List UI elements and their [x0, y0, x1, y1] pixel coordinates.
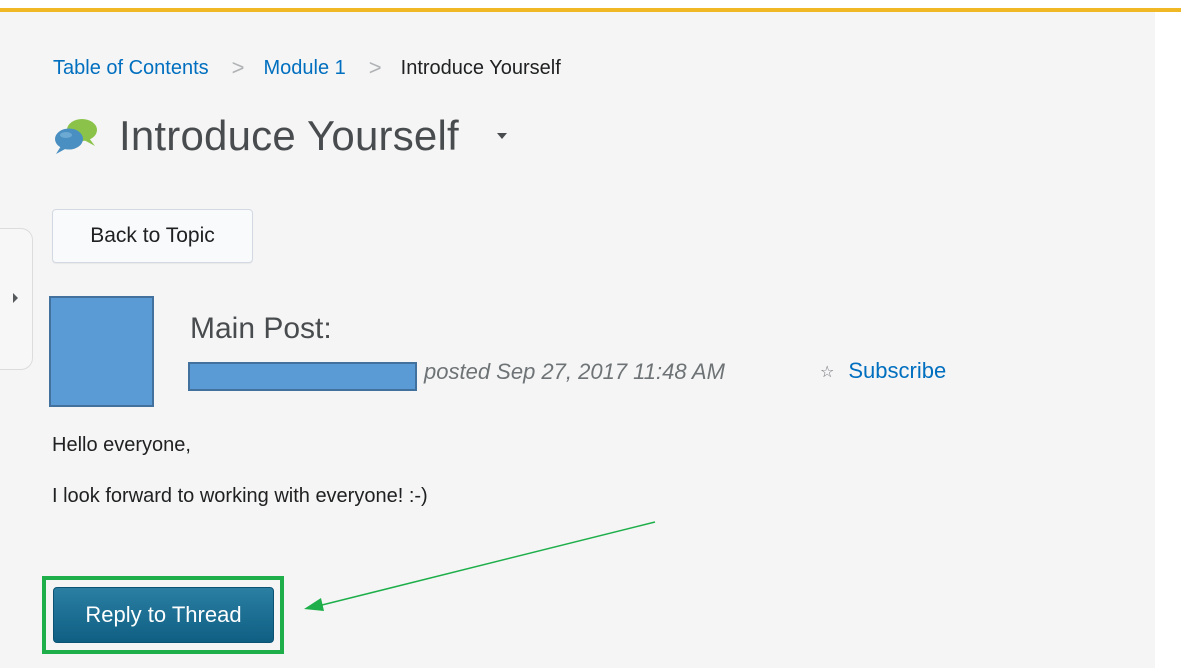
back-to-topic-button[interactable]: Back to Topic	[52, 209, 253, 263]
breadcrumb-table-of-contents[interactable]: Table of Contents	[53, 57, 209, 80]
top-accent-bar	[0, 0, 1181, 12]
side-panel-toggle[interactable]	[0, 228, 33, 370]
page-title: Introduce Yourself	[119, 112, 459, 159]
message-line: I look forward to working with everyone!…	[52, 485, 428, 507]
post-heading: Main Post:	[190, 312, 332, 345]
breadcrumb: Table of Contents > Module 1 > Introduce…	[53, 55, 561, 81]
chevron-down-icon[interactable]	[496, 133, 507, 139]
message-line: Hello everyone,	[52, 434, 191, 456]
breadcrumb-separator: >	[231, 55, 245, 80]
caret-right-icon	[13, 293, 18, 303]
subscribe-label: Subscribe	[848, 358, 947, 383]
discussion-bubbles-icon	[53, 116, 99, 156]
avatar	[49, 296, 154, 407]
post-timestamp: posted Sep 27, 2017 11:48 AM	[424, 359, 725, 384]
subscribe-link[interactable]: ☆ Subscribe	[820, 358, 946, 384]
reply-to-thread-button[interactable]: Reply to Thread	[53, 587, 274, 643]
breadcrumb-current: Introduce Yourself	[400, 56, 561, 79]
breadcrumb-separator: >	[368, 55, 382, 80]
star-icon: ☆	[820, 361, 835, 381]
author-name-redacted	[188, 362, 417, 391]
breadcrumb-module-1[interactable]: Module 1	[264, 57, 346, 80]
title-row: Introduce Yourself	[53, 108, 507, 164]
right-gutter	[1155, 12, 1181, 668]
